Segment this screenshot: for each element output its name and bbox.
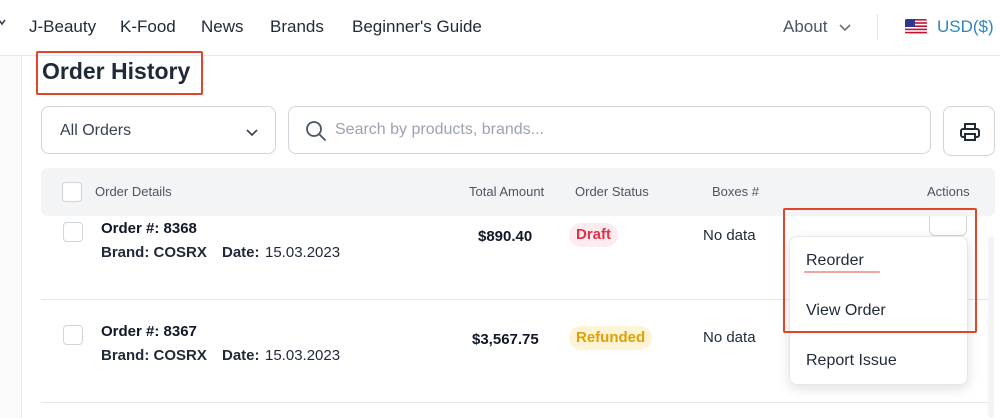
order-date-label: Date:	[222, 244, 260, 261]
order-boxes: No data	[703, 329, 756, 346]
select-all-checkbox[interactable]	[62, 182, 82, 202]
header-order-status: Order Status	[575, 184, 649, 199]
chevron-down-icon[interactable]	[839, 18, 851, 41]
search-input[interactable]	[335, 117, 915, 143]
order-status-select[interactable]: All Orders	[41, 106, 276, 154]
order-brand: Brand: COSRX	[101, 244, 207, 261]
top-nav: J-Beauty K-Food News Brands Beginner's G…	[0, 0, 1000, 56]
order-date: 15.03.2023	[265, 244, 341, 261]
menu-item-report-issue[interactable]: Report Issue	[806, 352, 897, 370]
row-divider	[41, 402, 995, 403]
search-box[interactable]	[288, 106, 931, 154]
nav-item-k-food[interactable]: K-Food	[120, 17, 176, 37]
order-boxes: No data	[703, 227, 756, 244]
nav-item-beginners-guide[interactable]: Beginner's Guide	[352, 17, 482, 37]
header-total-amount: Total Amount	[469, 184, 545, 199]
chevron-down-icon	[245, 125, 259, 143]
scrollbar[interactable]	[988, 236, 994, 418]
select-value: All Orders	[60, 122, 132, 139]
status-badge: Refunded	[569, 326, 653, 350]
row-checkbox[interactable]	[63, 222, 83, 242]
nav-divider	[877, 14, 878, 40]
order-brand: Brand: COSRX	[101, 347, 207, 364]
print-button[interactable]	[943, 106, 995, 156]
nav-item-brands[interactable]: Brands	[270, 17, 324, 37]
order-number: Order #: 8367	[101, 323, 197, 340]
status-badge: Draft	[569, 223, 619, 247]
order-number: Order #: 8368	[101, 220, 197, 237]
us-flag-icon[interactable]	[905, 19, 927, 34]
order-date-label: Date:	[222, 347, 260, 364]
nav-item-news[interactable]: News	[201, 17, 244, 37]
order-amount: $3,567.75	[472, 331, 539, 348]
order-date: 15.03.2023	[265, 347, 341, 364]
nav-item-j-beauty[interactable]: J-Beauty	[29, 17, 96, 37]
search-icon	[305, 120, 327, 147]
highlight-box	[36, 51, 203, 95]
row-checkbox[interactable]	[63, 325, 83, 345]
header-actions: Actions	[927, 184, 970, 199]
printer-icon	[960, 123, 980, 141]
highlight-box	[783, 208, 977, 333]
chevron-down-icon[interactable]	[0, 16, 6, 34]
currency-selector[interactable]: USD($)	[937, 17, 994, 37]
order-amount: $890.40	[478, 228, 533, 245]
header-boxes: Boxes #	[712, 184, 759, 199]
sidebar-rail	[0, 56, 22, 418]
header-order-details: Order Details	[95, 184, 172, 199]
about-menu[interactable]: About	[783, 17, 827, 37]
